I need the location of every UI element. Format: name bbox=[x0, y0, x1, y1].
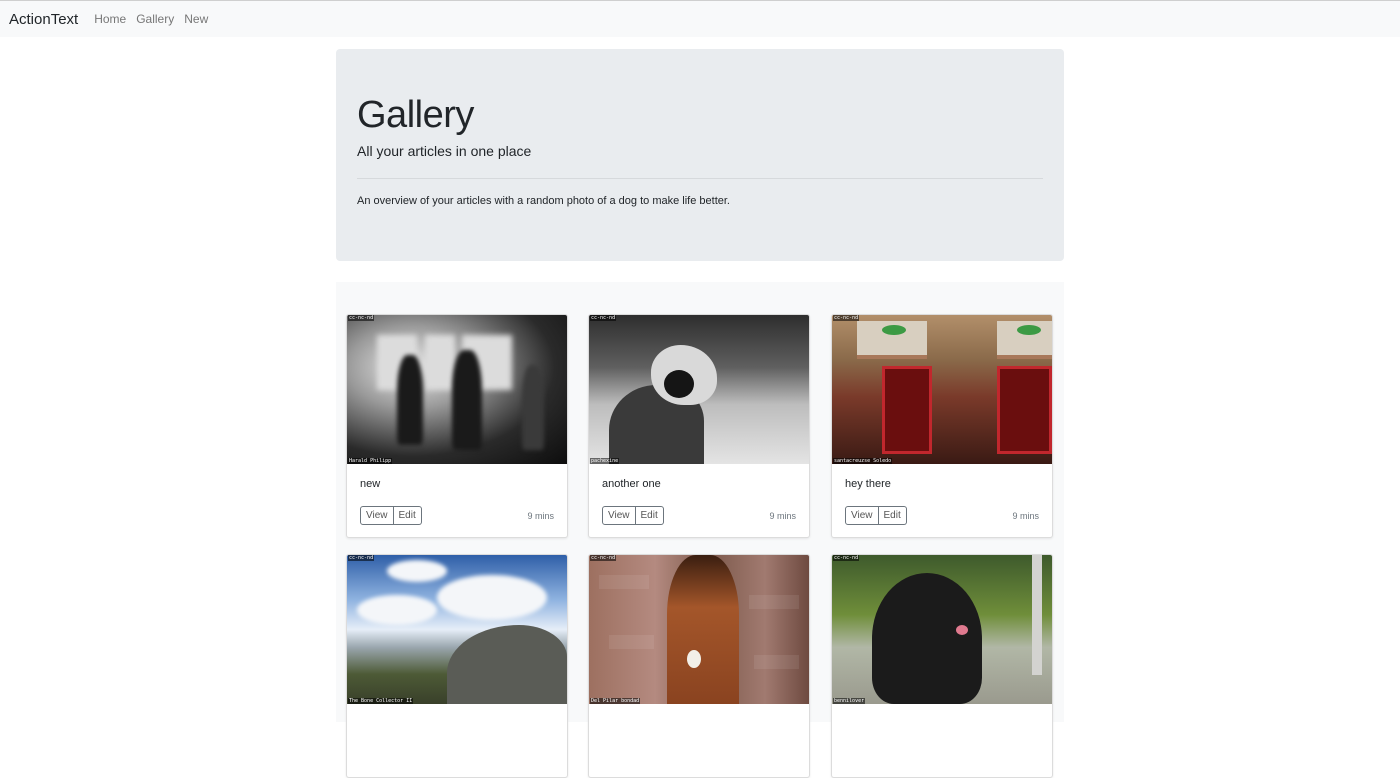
view-button[interactable]: View bbox=[360, 506, 394, 525]
photo-credit-top: cc-nc-nd bbox=[590, 315, 617, 321]
dog-photo: cc-nc-nd bennilover bbox=[832, 555, 1052, 704]
card-timestamp: 9 mins bbox=[769, 510, 796, 521]
card-actions: View Edit bbox=[845, 506, 907, 525]
article-card: cc-nc-nd santacreuzse Soledo hey there V… bbox=[831, 314, 1053, 538]
edit-button[interactable]: Edit bbox=[635, 506, 664, 525]
card-actions: View Edit bbox=[360, 506, 422, 525]
photo-credit: Harald Philipp bbox=[348, 458, 393, 464]
dog-photo: cc-nc-nd santacreuzse Soledo bbox=[832, 315, 1052, 464]
dog-photo: cc-nc-nd Del Pilar bondad bbox=[589, 555, 809, 704]
photo-credit: santacreuzse Soledo bbox=[833, 458, 893, 464]
page-description: An overview of your articles with a rand… bbox=[357, 195, 730, 207]
card-actions: View Edit bbox=[602, 506, 664, 525]
nav-link-home[interactable]: Home bbox=[94, 12, 126, 26]
photo-credit-top: cc-nc-nd bbox=[348, 555, 375, 561]
article-card: cc-nc-nd Harald Philipp new View Edit 9 … bbox=[346, 314, 568, 538]
photo-credit-top: cc-nc-nd bbox=[590, 555, 617, 561]
article-card: cc-nc-nd The Bone Collector II bbox=[346, 554, 568, 778]
photo-credit: bennilover bbox=[833, 698, 866, 704]
jumbotron: Gallery All your articles in one place A… bbox=[336, 49, 1064, 261]
dog-photo: cc-nc-nd pachexine bbox=[589, 315, 809, 464]
card-title: new bbox=[360, 478, 381, 490]
edit-button[interactable]: Edit bbox=[878, 506, 907, 525]
view-button[interactable]: View bbox=[845, 506, 879, 525]
view-button[interactable]: View bbox=[602, 506, 636, 525]
photo-credit-top: cc-nc-nd bbox=[348, 315, 375, 321]
dog-photo: cc-nc-nd Harald Philipp bbox=[347, 315, 567, 464]
card-timestamp: 9 mins bbox=[527, 510, 554, 521]
photo-credit-top: cc-nc-nd bbox=[833, 315, 860, 321]
card-timestamp: 9 mins bbox=[1012, 510, 1039, 521]
brand-link[interactable]: ActionText bbox=[9, 11, 78, 28]
divider bbox=[357, 178, 1043, 179]
photo-credit: Del Pilar bondad bbox=[590, 698, 641, 704]
card-title: hey there bbox=[845, 478, 891, 490]
card-title: another one bbox=[602, 478, 661, 490]
dog-photo: cc-nc-nd The Bone Collector II bbox=[347, 555, 567, 704]
nav-link-gallery[interactable]: Gallery bbox=[136, 12, 174, 26]
edit-button[interactable]: Edit bbox=[393, 506, 422, 525]
photo-credit: The Bone Collector II bbox=[348, 698, 414, 704]
nav-link-new[interactable]: New bbox=[184, 12, 208, 26]
album-grid: cc-nc-nd Harald Philipp new View Edit 9 … bbox=[336, 282, 1064, 778]
article-card: cc-nc-nd pachexine another one View Edit… bbox=[588, 314, 810, 538]
article-card: cc-nc-nd bennilover bbox=[831, 554, 1053, 778]
photo-credit-top: cc-nc-nd bbox=[833, 555, 860, 561]
page-lead: All your articles in one place bbox=[357, 143, 532, 159]
top-navbar: ActionText Home Gallery New bbox=[0, 0, 1400, 37]
article-card: cc-nc-nd Del Pilar bondad bbox=[588, 554, 810, 778]
photo-credit: pachexine bbox=[590, 458, 620, 464]
page-title: Gallery bbox=[357, 94, 474, 136]
